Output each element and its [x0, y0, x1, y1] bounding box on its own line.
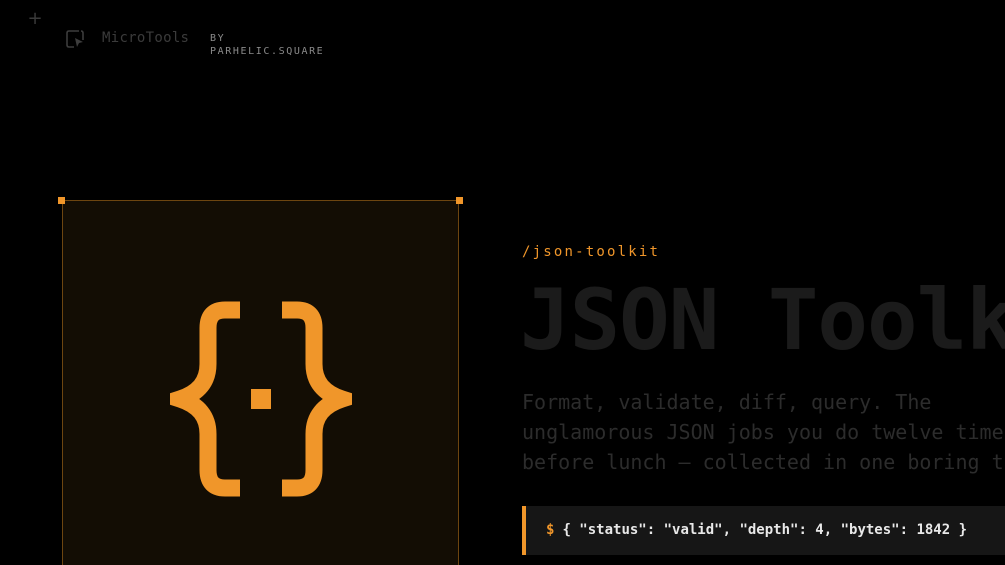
page-title: JSON Toolkit [520, 271, 1005, 369]
byline: BY PARHELIC.SQUARE [210, 32, 324, 58]
byline-prefix: BY [210, 33, 226, 44]
terminal-output: $ { "status": "valid", "depth": 4, "bytes… [522, 506, 1005, 555]
square-cursor-logo-icon[interactable] [64, 28, 86, 50]
curly-braces-icon [170, 301, 352, 497]
brand-name[interactable]: MicroTools [102, 30, 189, 46]
card-corner-top-left [58, 197, 65, 204]
terminal-prompt: $ [546, 522, 555, 538]
tool-path: /json-toolkit [522, 244, 661, 260]
plus-icon: + [27, 8, 43, 29]
byline-company: PARHELIC.SQUARE [210, 46, 325, 57]
page: + MicroTools BY PARHELIC.SQUARE /json-to… [0, 0, 1005, 565]
tool-description: Format, validate, diff, query. The ungla… [522, 390, 1005, 474]
card-corner-top-right [456, 197, 463, 204]
terminal-output-text: { "status": "valid", "depth": 4, "bytes"… [562, 522, 968, 538]
